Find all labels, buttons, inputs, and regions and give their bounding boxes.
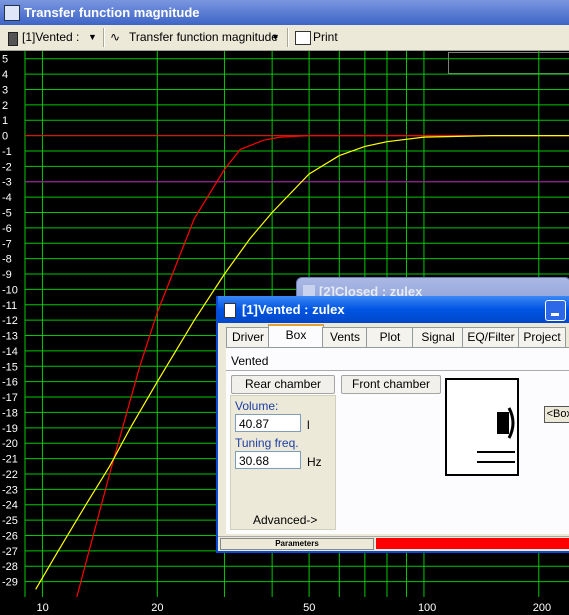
- driver-cone: [497, 412, 509, 434]
- driver-surround: [507, 407, 515, 439]
- y-tick-label: -4: [2, 192, 12, 204]
- box-type-label: Vented: [231, 354, 269, 368]
- y-tick-label: -3: [2, 177, 12, 189]
- toolbar: [1]Vented : ▼ ∿ Transfer function magnit…: [0, 25, 569, 74]
- box-select[interactable]: [1]Vented :: [22, 29, 79, 46]
- tuning-input[interactable]: 30.68: [235, 451, 301, 469]
- y-tick-label: 5: [2, 54, 8, 66]
- window-title: Transfer function magnitude: [24, 5, 200, 20]
- tab-eq-filter[interactable]: EQ/Filter: [462, 327, 520, 347]
- y-tick-label: 3: [2, 84, 8, 96]
- box-diagram-drawing: [477, 407, 515, 463]
- tab-box[interactable]: Box: [268, 324, 324, 349]
- volume-unit: l: [307, 418, 310, 432]
- y-tick-label: -13: [2, 331, 18, 343]
- x-tick-label: 100: [418, 602, 436, 614]
- minimize-button[interactable]: [545, 300, 566, 321]
- status-bar: Parameters: [218, 536, 569, 550]
- y-tick-label: -12: [2, 315, 18, 327]
- y-tick-label: -26: [2, 530, 18, 542]
- divider: [226, 370, 569, 371]
- tab-project[interactable]: Project: [518, 327, 566, 347]
- dialog-title: [1]Vented : zulex: [242, 302, 345, 317]
- y-tick-label: 1: [2, 115, 8, 127]
- y-tick-label: -1: [2, 146, 12, 158]
- box-diagram: [445, 378, 519, 476]
- tab-plot[interactable]: Plot: [366, 327, 414, 347]
- box-panel: Vented <Box> Rear chamber Front chamber …: [226, 347, 569, 534]
- toolbar-divider: [287, 28, 289, 47]
- minimize-icon: [551, 313, 559, 316]
- volume-label: Volume:: [235, 399, 279, 413]
- y-tick-label: -28: [2, 561, 18, 573]
- volume-input[interactable]: 40.87: [235, 414, 301, 432]
- x-tick-label: 20: [151, 602, 163, 614]
- x-tick-label: 10: [36, 602, 48, 614]
- tuning-unit: Hz: [307, 455, 322, 469]
- wave-icon: ∿: [110, 30, 121, 44]
- y-tick-label: -25: [2, 515, 18, 527]
- y-tick-label: -22: [2, 469, 18, 481]
- y-tick-label: -27: [2, 546, 18, 558]
- box-button[interactable]: <Box>: [544, 406, 569, 423]
- tf-select[interactable]: Transfer function magnitude: [129, 29, 278, 46]
- y-tick-label: -2: [2, 161, 12, 173]
- chevron-down-icon[interactable]: ▼: [271, 29, 280, 46]
- tab-signal[interactable]: Signal: [412, 327, 464, 347]
- y-tick-label: -14: [2, 346, 18, 358]
- y-tick-label: -6: [2, 223, 12, 235]
- window-icon: [224, 303, 236, 318]
- dialog-title-bar[interactable]: [1]Vented : zulex: [218, 296, 569, 323]
- advanced-button[interactable]: Advanced->: [253, 513, 317, 527]
- app-icon: [4, 5, 20, 21]
- y-tick-label: 4: [2, 69, 8, 81]
- rear-chamber-button[interactable]: Rear chamber: [231, 375, 335, 394]
- y-tick-label: -23: [2, 484, 18, 496]
- app-title-bar: Transfer function magnitude: [0, 0, 569, 25]
- print-button[interactable]: Print: [313, 29, 338, 46]
- y-tick-label: -7: [2, 238, 12, 250]
- y-tick-label: -5: [2, 207, 12, 219]
- status-label: Parameters: [220, 538, 374, 550]
- y-tick-label: -11: [2, 300, 17, 312]
- y-tick-label: -16: [2, 377, 18, 389]
- tab-vents[interactable]: Vents: [322, 327, 368, 347]
- chevron-down-icon[interactable]: ▼: [88, 29, 97, 46]
- tuning-label: Tuning freq.: [235, 436, 299, 450]
- y-tick-label: 0: [2, 131, 8, 143]
- x-tick-label: 50: [303, 602, 315, 614]
- y-tick-label: -10: [2, 284, 18, 296]
- y-tick-label: -24: [2, 500, 18, 512]
- front-chamber-button[interactable]: Front chamber: [341, 375, 441, 394]
- box-icon: [8, 32, 18, 46]
- y-tick-label: -17: [2, 392, 18, 404]
- y-tick-label: -19: [2, 423, 18, 435]
- y-tick-label: -21: [2, 454, 18, 466]
- printer-icon: [295, 31, 311, 45]
- y-tick-label: -15: [2, 361, 18, 373]
- y-tick-label: 2: [2, 100, 8, 112]
- y-tick-label: -29: [2, 577, 18, 589]
- parameters-group: Volume: 40.87 l Tuning freq. 30.68 Hz Ad…: [230, 395, 336, 530]
- y-tick-label: -20: [2, 438, 18, 450]
- y-tick-label: -9: [2, 269, 12, 281]
- y-tick-label: -18: [2, 407, 18, 419]
- status-indicator: [376, 538, 569, 549]
- toolbar-divider: [103, 28, 105, 47]
- tab-driver[interactable]: Driver: [226, 327, 270, 347]
- x-tick-label: 200: [533, 602, 551, 614]
- y-tick-label: -8: [2, 254, 12, 266]
- vented-box-dialog[interactable]: [1]Vented : zulex Driver Box Vents Plot …: [216, 296, 569, 553]
